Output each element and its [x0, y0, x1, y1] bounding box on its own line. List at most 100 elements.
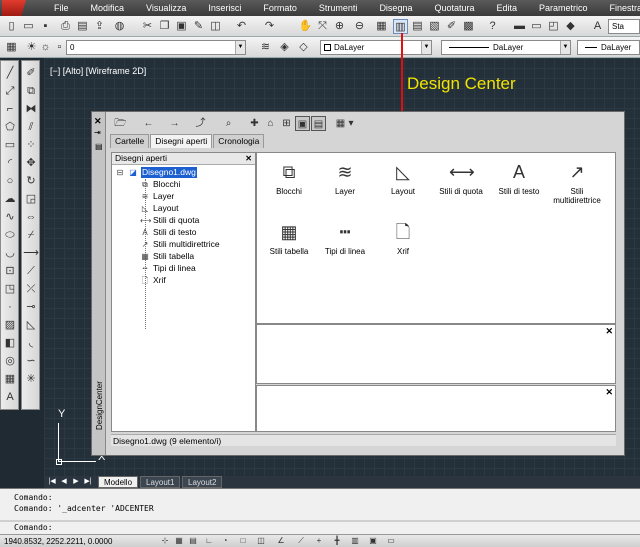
- command-input[interactable]: Comando:: [14, 523, 53, 533]
- markup-icon[interactable]: ✐: [444, 19, 459, 34]
- next-tab-icon[interactable]: ▶: [70, 476, 82, 488]
- transparency-icon[interactable]: ▥: [350, 536, 360, 546]
- revision-cloud-icon[interactable]: ☁: [2, 191, 18, 207]
- otrack-icon[interactable]: ∠: [276, 536, 286, 546]
- trim-icon[interactable]: ⌿: [23, 227, 39, 243]
- menu-quotatura[interactable]: Quotatura: [422, 0, 484, 16]
- new-file-icon[interactable]: ▯: [4, 19, 19, 34]
- coordinates-display[interactable]: 1940.8532, 2252.2211, 0.0000: [4, 536, 112, 547]
- text-style-icon[interactable]: A: [590, 19, 605, 34]
- text-style-combo[interactable]: Sta: [608, 19, 640, 34]
- tree-item-layout[interactable]: ◺ Layout: [140, 203, 179, 214]
- menu-finestra[interactable]: Finestra: [598, 0, 640, 16]
- collapse-icon[interactable]: ⊟: [115, 168, 125, 178]
- region-icon[interactable]: ◎: [2, 353, 18, 369]
- tree-item-stili-tabella[interactable]: ▦ Stili tabella: [140, 251, 194, 262]
- content-item-stili-multidirettrice[interactable]: ↗ Stili multidirettrice: [547, 161, 607, 205]
- application-menu-button[interactable]: [2, 0, 26, 16]
- close-icon[interactable]: ✕: [605, 387, 613, 398]
- tree-item-stili-multidirettrice[interactable]: ↗ Stili multidirettrice: [140, 239, 220, 250]
- circle-icon[interactable]: ○: [2, 173, 18, 189]
- break-icon[interactable]: ⤫: [23, 281, 39, 297]
- ellipse-icon[interactable]: ⬭: [2, 227, 18, 243]
- lineweight-icon[interactable]: ╋: [332, 536, 342, 546]
- fillet-icon[interactable]: ◟: [23, 335, 39, 351]
- up-folder-icon[interactable]: ⤴: [193, 116, 208, 131]
- publish-icon[interactable]: ⇪: [92, 19, 107, 34]
- content-item-xrif[interactable]: 🗋 Xrif: [373, 221, 433, 256]
- content-item-layout[interactable]: ◺ Layout: [373, 161, 433, 196]
- help-icon[interactable]: ?: [485, 19, 500, 34]
- blend-curves-icon[interactable]: ∽: [23, 353, 39, 369]
- redo-icon[interactable]: ↷: [262, 19, 277, 34]
- make-current-layer-icon[interactable]: ≋: [258, 40, 273, 55]
- stretch-icon[interactable]: ⇔: [23, 209, 39, 225]
- plot-preview-icon[interactable]: ▤: [75, 19, 90, 34]
- osnap-icon[interactable]: □: [238, 536, 248, 546]
- ducs-icon[interactable]: ⟋: [296, 536, 306, 546]
- ortho-icon[interactable]: ∟: [204, 536, 214, 546]
- back-icon[interactable]: ←: [141, 116, 156, 131]
- extend-icon[interactable]: ⟶: [23, 245, 39, 261]
- menu-visualizza[interactable]: Visualizza: [134, 0, 196, 16]
- tab-layout2[interactable]: Layout2: [182, 476, 223, 488]
- tree-item-xrif[interactable]: 🗋 Xrif: [140, 275, 166, 286]
- polygon-icon[interactable]: ⬠: [2, 119, 18, 135]
- chevron-down-icon[interactable]: ▾: [347, 116, 355, 131]
- content-item-blocchi[interactable]: ⧉ Blocchi: [259, 161, 319, 196]
- zoom-window-icon[interactable]: ⊕: [332, 19, 347, 34]
- break-at-point-icon[interactable]: ⟋: [23, 263, 39, 279]
- menu-disegna[interactable]: Disegna: [367, 0, 422, 16]
- scale-icon[interactable]: ◲: [23, 191, 39, 207]
- sheet-set-icon[interactable]: ▧: [427, 19, 442, 34]
- menu-file[interactable]: File: [42, 0, 79, 16]
- quickcalc-icon[interactable]: ▩: [461, 19, 476, 34]
- prev-tab-icon[interactable]: ◀: [58, 476, 70, 488]
- save-icon[interactable]: ▪: [38, 19, 53, 34]
- zoom-realtime-icon[interactable]: ⤧: [315, 19, 330, 34]
- tab-layout1[interactable]: Layout1: [140, 476, 181, 488]
- content-item-tipi-linea[interactable]: ┅ Tipi di linea: [315, 221, 375, 256]
- autohide-icon[interactable]: ⇥: [94, 128, 101, 137]
- match-properties-icon[interactable]: ✎: [191, 19, 206, 34]
- last-tab-icon[interactable]: ▶|: [82, 476, 94, 488]
- cut-icon[interactable]: ✂: [140, 19, 155, 34]
- print-icon[interactable]: ⎙: [58, 19, 73, 34]
- tree-toggle-icon[interactable]: ⊞: [279, 116, 294, 131]
- pan-icon[interactable]: ✋: [298, 19, 313, 34]
- multiline-text-icon[interactable]: A: [2, 389, 18, 405]
- properties-icon[interactable]: ▦: [374, 19, 389, 34]
- tool-palettes-icon[interactable]: ▤: [410, 19, 425, 34]
- array-icon[interactable]: ⁘: [23, 137, 39, 153]
- close-icon[interactable]: ✕: [245, 153, 252, 164]
- menu-inserisci[interactable]: Inserisci: [196, 0, 251, 16]
- rectangle-icon[interactable]: ▭: [2, 137, 18, 153]
- undo-icon[interactable]: ↶: [234, 19, 249, 34]
- copy-icon[interactable]: ❐: [157, 19, 172, 34]
- layer-state-icon[interactable]: ◇: [296, 40, 311, 55]
- rotate-icon[interactable]: ↻: [23, 173, 39, 189]
- close-icon[interactable]: ✕: [605, 326, 613, 337]
- globe-icon[interactable]: ◍: [112, 19, 127, 34]
- move-icon[interactable]: ✥: [23, 155, 39, 171]
- point-icon[interactable]: ·: [2, 299, 18, 315]
- first-tab-icon[interactable]: |◀: [46, 476, 58, 488]
- tree-item-blocchi[interactable]: ⧉ Blocchi: [140, 179, 180, 190]
- workspace-icon[interactable]: ▬: [512, 19, 527, 34]
- dock-icon[interactable]: ▭: [529, 19, 544, 34]
- polyline-icon[interactable]: ⌐: [2, 101, 18, 117]
- properties-menu-icon[interactable]: ▤: [95, 142, 103, 151]
- search-icon[interactable]: ⌕: [221, 116, 236, 131]
- selection-cycling-icon[interactable]: ▭: [386, 536, 396, 546]
- viewport-icon[interactable]: ◰: [546, 19, 561, 34]
- snap-icon[interactable]: ▦: [174, 536, 184, 546]
- make-block-icon[interactable]: ◳: [2, 281, 18, 297]
- description-toggle-icon[interactable]: ▤: [311, 116, 326, 131]
- polar-icon[interactable]: ◔: [220, 536, 230, 546]
- block-editor-icon[interactable]: ◫: [208, 19, 223, 34]
- favorites-icon[interactable]: ✚: [247, 116, 262, 131]
- lineweight-combo[interactable]: DaLayer: [577, 40, 640, 55]
- content-item-stili-tabella[interactable]: ▦ Stili tabella: [259, 221, 319, 256]
- copy-object-icon[interactable]: ⧉: [23, 83, 39, 99]
- menu-edita[interactable]: Edita: [485, 0, 528, 16]
